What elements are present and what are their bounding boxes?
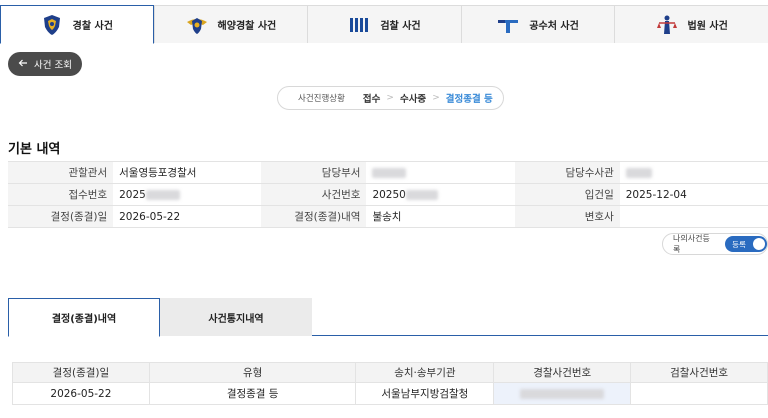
tab-decision-history[interactable]: 결정(종결)내역 [8, 298, 160, 337]
label-case-number: 사건번호 [261, 183, 367, 206]
cell-type: 결정종결 등 [148, 382, 357, 405]
case-progress-stepper: 사건진행상황 접수 > 수사중 > 결정종결 등 [277, 86, 504, 110]
police-badge-icon [41, 14, 63, 36]
value-jurisdiction: 서울영등포경찰서 [113, 161, 262, 184]
table-row: 결정(종결)일 2026-05-22 결정(종결)내역 불송치 변호사 [8, 205, 768, 228]
value-department [366, 161, 515, 184]
label-decision-date: 결정(종결)일 [8, 205, 114, 228]
column-header: 결정(종결)일 [12, 362, 150, 383]
tab-label: 공수처 사건 [529, 21, 579, 32]
toggle-knob [753, 238, 765, 250]
case-number-prefix: 20250 [372, 188, 406, 201]
value-booking-date: 2025-12-04 [619, 183, 768, 206]
court-justice-icon [656, 14, 678, 36]
value-lawyer [619, 205, 768, 228]
decision-history-table: 결정(종결)일 유형 송치·송부기관 경찰사건번호 검찰사건번호 2026-05… [12, 362, 768, 405]
section-title-basic-info: 기본 내역 [8, 142, 61, 157]
tab-court[interactable]: 법원 사건 [614, 5, 768, 43]
tab-coast-guard[interactable]: 해양경찰 사건 [153, 5, 308, 43]
value-receipt-number: 2025 [113, 183, 262, 206]
label-booking-date: 입건일 [514, 183, 620, 206]
redacted-value [145, 189, 180, 200]
table-row: 접수번호 2025 사건번호 20250 입건일 2025-12-04 [8, 183, 768, 206]
cell-prosecution-case-number [630, 382, 768, 405]
redacted-value [372, 167, 407, 178]
table-row: 관할관서 서울영등포경찰서 담당부서 담당수사관 [8, 161, 768, 184]
label-receipt-number: 접수번호 [8, 183, 114, 206]
column-header: 검찰사건번호 [630, 362, 768, 383]
tab-label: 해양경찰 사건 [217, 21, 277, 32]
tab-prosecution[interactable]: 검찰 사건 [307, 5, 461, 43]
progress-title: 사건진행상황 [298, 94, 345, 104]
table-row: 2026-05-22 결정종결 등 서울남부지방검찰청 [12, 382, 768, 405]
step-investigating: 수사중 [399, 94, 427, 105]
basic-info-table: 관할관서 서울영등포경찰서 담당부서 담당수사관 접수번호 2025 사건번호 … [8, 161, 768, 228]
tab-label: 경찰 사건 [72, 21, 113, 32]
value-investigator [619, 161, 768, 184]
prosecution-logo-icon [348, 14, 370, 36]
back-to-search-button[interactable]: 사건 조회 [8, 52, 82, 76]
redacted-value [625, 167, 652, 178]
step-decision: 결정종결 등 [445, 94, 493, 105]
back-button-label: 사건 조회 [34, 60, 72, 71]
column-header: 송치·송부기관 [355, 362, 495, 383]
label-department: 담당부서 [261, 161, 367, 184]
tab-notification-history[interactable]: 사건통지내역 [160, 298, 312, 336]
tab-police[interactable]: 경찰 사건 [0, 5, 154, 44]
coast-guard-badge-icon [186, 14, 208, 36]
agency-tab-bar: 경찰 사건 해양경찰 사건 검찰 사건 공수처 사건 법원 사건 [0, 5, 768, 44]
redacted-value [405, 189, 438, 200]
redacted-value [520, 388, 605, 399]
tab-label: 법원 사건 [687, 21, 728, 32]
label-decision-detail: 결정(종결)내역 [261, 205, 367, 228]
detail-tab-bar: 결정(종결)내역 사건통지내역 [8, 298, 768, 337]
value-case-number: 20250 [366, 183, 515, 206]
label-jurisdiction: 관할관서 [8, 161, 114, 184]
tab-cio[interactable]: 공수처 사건 [460, 5, 615, 43]
cell-decision-date: 2026-05-22 [12, 382, 150, 405]
arrow-left-icon [18, 58, 28, 71]
cell-police-case-number [493, 382, 632, 405]
column-header: 경찰사건번호 [493, 362, 632, 383]
column-header: 유형 [148, 362, 357, 383]
label-lawyer: 변호사 [514, 205, 620, 228]
value-decision-detail: 불송치 [366, 205, 515, 228]
table-header-row: 결정(종결)일 유형 송치·송부기관 경찰사건번호 검찰사건번호 [12, 362, 768, 383]
step-separator: > [386, 93, 394, 103]
step-separator: > [432, 93, 440, 103]
cell-transfer-agency: 서울남부지방검찰청 [355, 382, 495, 405]
step-received: 접수 [362, 94, 381, 105]
label-investigator: 담당수사관 [514, 161, 620, 184]
my-case-registration: 나의사건등록 등록 [662, 233, 768, 255]
tab-label: 검찰 사건 [380, 21, 421, 32]
value-decision-date: 2026-05-22 [113, 205, 262, 228]
cio-logo-icon [497, 14, 519, 36]
receipt-number-prefix: 2025 [119, 188, 146, 201]
my-case-toggle[interactable]: 등록 [725, 236, 767, 252]
my-case-label: 나의사건등록 [673, 234, 710, 254]
toggle-label: 등록 [732, 239, 746, 249]
